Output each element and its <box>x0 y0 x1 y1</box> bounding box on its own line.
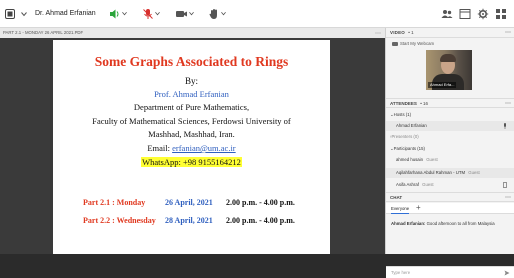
share-pod-header: PART 2.1 - MONDAY 26 APRIL 2021.PDF ⋯ <box>0 28 385 38</box>
people-icon <box>440 7 454 21</box>
chat-input[interactable]: Type here <box>386 266 514 278</box>
attendee-role: Guest <box>468 170 480 175</box>
attendee-name: Ahmad Erfanian <box>396 123 427 128</box>
presenters-label: Presenters (0) <box>391 134 419 139</box>
chevron-down-icon <box>19 7 29 21</box>
video-name-tag: Ahmad Erfa... <box>428 82 457 88</box>
right-panel: VIDEO • 1 ⋯ Start My Webcam Ahmad Erfa..… <box>385 28 514 278</box>
chat-tabs: Everyone + <box>386 203 514 214</box>
grid-icon <box>494 7 508 21</box>
attendee-name: Aqilahfarhana Abdul Rahman - UTM <box>396 170 466 175</box>
part2-label: Part 2.2 : Wednesday <box>83 216 156 225</box>
hosts-group-header[interactable]: ⌄Hosts (1) <box>386 110 514 120</box>
whatsapp-text: WhatsApp: +98 9155164212 <box>141 157 242 167</box>
schedule-part1: Part 2.1 : Monday 26 April, 2021 2.00 p.… <box>83 198 295 207</box>
attendee-row[interactable]: Asifa Ashraf Guest <box>386 180 514 190</box>
top-toolbar: Dr. Ahmad Erfanian <box>0 0 514 28</box>
more-options-icon[interactable]: ⋯ <box>375 29 381 39</box>
part2-time: 2.00 p.m. - 4.00 p.m. <box>226 216 295 225</box>
attendees-pod-header: ATTENDEES • 16 ⋯ <box>386 98 514 108</box>
person-hair <box>440 54 456 62</box>
camera-button[interactable] <box>174 7 188 21</box>
pdf-slide: Some Graphs Associated to Rings By: Prof… <box>53 40 330 254</box>
chevron-down-icon[interactable] <box>155 11 160 16</box>
more-options-icon[interactable]: ⋯ <box>505 28 511 38</box>
video-count-value: 1 <box>411 30 414 35</box>
chevron-down-icon[interactable] <box>122 11 127 16</box>
part1-date: 26 April, 2021 <box>165 198 213 207</box>
send-icon[interactable] <box>504 270 510 277</box>
layout-button[interactable] <box>458 7 472 21</box>
slide-department: Department of Pure Mathematics, <box>133 102 250 112</box>
schedule-part2: Part 2.2 : Wednesday 28 April, 2021 2.00… <box>83 216 295 225</box>
more-options-icon[interactable]: ⋯ <box>505 193 511 203</box>
slide-author: Prof. Ahmad Erfanian <box>154 89 229 99</box>
chat-header-label: CHAT <box>390 195 403 200</box>
attendee-row[interactable]: ahmed husain Guest <box>386 155 514 165</box>
email-link[interactable]: erfanian@um.ac.ir <box>172 143 236 153</box>
video-pod-header: VIDEO • 1 ⋯ <box>386 28 514 38</box>
part1-label: Part 2.1 : Monday <box>83 198 146 207</box>
more-button[interactable] <box>19 0 29 28</box>
slide-email-line: Email: erfanian@um.ac.ir <box>53 143 330 153</box>
attendee-role: Guest <box>426 157 438 162</box>
slide-by: By: <box>184 76 198 86</box>
attendees-count: • 16 <box>420 101 429 106</box>
app-icon <box>3 7 17 21</box>
chat-input-placeholder: Type here <box>391 270 411 275</box>
slide-title: Some Graphs Associated to Rings <box>94 54 289 69</box>
chevron-down-icon[interactable] <box>189 11 194 16</box>
menu-button[interactable] <box>1 0 19 28</box>
attendee-row[interactable]: Aqilahfarhana Abdul Rahman - UTM Guest <box>386 168 514 178</box>
start-webcam-label: Start My Webcam <box>400 41 435 46</box>
tab-everyone[interactable]: Everyone <box>391 205 410 214</box>
participants-label: Participants (15) <box>393 146 425 151</box>
participants-group-header[interactable]: ⌄Participants (15) <box>386 144 514 154</box>
settings-icon <box>476 7 490 21</box>
chat-pod-header: CHAT ⋯ <box>386 192 514 202</box>
chat-message: Ahmad Erfanian: Good afternoon to all fr… <box>391 221 510 227</box>
video-count: • 1 <box>408 30 414 35</box>
chat-text: Good afternoon to all from Malaysia <box>426 221 495 226</box>
presenters-group-header[interactable]: ›Presenters (0) <box>386 132 514 142</box>
slide-whatsapp-line: WhatsApp: +98 9155164212 <box>53 157 330 167</box>
meeting-title: Dr. Ahmad Erfanian <box>35 10 96 17</box>
attendee-name: ahmed husain <box>396 157 423 162</box>
phone-icon <box>503 182 507 192</box>
speaker-button[interactable] <box>108 7 122 21</box>
speaker-icon <box>108 7 122 21</box>
mic-button[interactable] <box>141 7 155 21</box>
camera-icon <box>174 7 188 21</box>
attendee-row[interactable]: Ahmad Erfanian <box>386 121 514 131</box>
more-options-icon[interactable]: ⋯ <box>505 99 511 109</box>
add-chat-tab-button[interactable]: + <box>416 203 421 213</box>
document-name: PART 2.1 - MONDAY 26 APRIL 2021.PDF <box>3 30 84 35</box>
chat-sender: Ahmad Erfanian: <box>391 221 426 226</box>
fullscreen-button[interactable] <box>494 7 508 21</box>
slide-faculty-line1: Faculty of Mathematical Sciences, Ferdow… <box>92 116 291 126</box>
slide-faculty-line2: Mashhad, Mashhad, Iran. <box>148 129 235 139</box>
chevron-down-icon[interactable] <box>221 11 226 16</box>
attendee-role: Guest <box>422 182 434 187</box>
email-label: Email: <box>147 143 170 153</box>
raise-hand-button[interactable] <box>207 7 221 21</box>
part2-date: 28 April, 2021 <box>165 216 213 225</box>
layout-icon <box>458 7 472 21</box>
attendees-count-value: 16 <box>423 101 429 106</box>
part1-time: 2.00 p.m. - 4.00 p.m. <box>226 198 295 207</box>
webcam-icon <box>392 41 398 46</box>
attendees-button[interactable] <box>440 7 454 21</box>
start-webcam-button[interactable]: Start My Webcam <box>392 40 434 48</box>
share-pod: PART 2.1 - MONDAY 26 APRIL 2021.PDF ⋯ So… <box>0 28 385 254</box>
mic-muted-icon <box>141 7 155 21</box>
video-tile[interactable]: Ahmad Erfa... <box>426 50 472 90</box>
attendee-name: Asifa Ashraf <box>396 182 419 187</box>
hosts-label: Hosts (1) <box>393 112 412 117</box>
hand-icon <box>207 7 221 21</box>
video-header-label: VIDEO <box>390 30 406 35</box>
settings-button[interactable] <box>476 7 490 21</box>
attendees-header-label: ATTENDEES <box>390 101 417 106</box>
